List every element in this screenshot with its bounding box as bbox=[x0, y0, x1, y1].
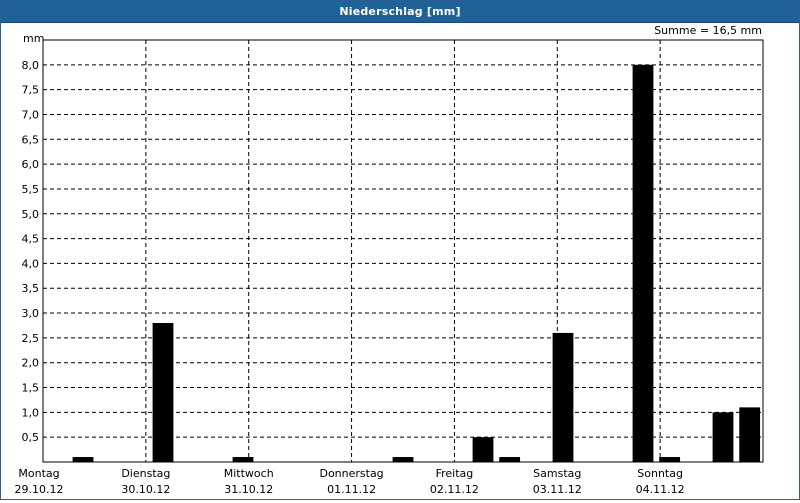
y-tick-label: 7,5 bbox=[22, 84, 40, 97]
y-tick-label: 6,5 bbox=[22, 133, 40, 146]
chart-window: Niederschlag [mm] mm Summe = 16,5 mm 0,5… bbox=[0, 0, 800, 500]
y-tick-label: 5,0 bbox=[22, 208, 40, 221]
y-tick-label: 4,0 bbox=[22, 257, 40, 270]
precipitation-chart: mm Summe = 16,5 mm 0,5 1,0 1,5 2,0 2,5 3,0 3,5… bbox=[15, 24, 764, 496]
unit-label: mm bbox=[23, 32, 44, 45]
precip-bar bbox=[659, 457, 681, 462]
precip-bar bbox=[152, 322, 174, 462]
date-label: 29.10.12 bbox=[15, 483, 64, 496]
day-label: Samstag bbox=[533, 467, 581, 480]
y-tick-label: 4,5 bbox=[22, 233, 40, 246]
precip-bar bbox=[712, 412, 734, 462]
precip-bar bbox=[499, 457, 521, 462]
day-label: Dienstag bbox=[121, 467, 170, 480]
y-tick-label: 1,0 bbox=[22, 406, 40, 419]
y-tick-label: 1,5 bbox=[22, 382, 40, 395]
day-label: Montag bbox=[18, 467, 59, 480]
date-label: 31.10.12 bbox=[224, 483, 273, 496]
y-tick-label: 2,5 bbox=[22, 332, 40, 345]
y-tick-label: 2,0 bbox=[22, 357, 40, 370]
y-tick-label: 6,0 bbox=[22, 158, 40, 171]
y-tick-label: 5,5 bbox=[22, 183, 40, 196]
day-label: Sonntag bbox=[637, 467, 683, 480]
date-label: 30.10.12 bbox=[121, 483, 170, 496]
y-tick-label: 3,5 bbox=[22, 282, 40, 295]
day-label: Mittwoch bbox=[224, 467, 274, 480]
plot-frame bbox=[42, 39, 764, 463]
date-label: 01.11.12 bbox=[327, 483, 376, 496]
window-title: Niederschlag [mm] bbox=[1, 1, 799, 23]
precip-bar bbox=[472, 437, 494, 462]
day-label: Donnerstag bbox=[319, 467, 383, 480]
y-tick-label: 0,5 bbox=[22, 431, 40, 444]
precip-bar bbox=[392, 457, 414, 462]
date-label: 02.11.12 bbox=[430, 483, 479, 496]
sum-label: Summe = 16,5 mm bbox=[654, 24, 762, 37]
precip-bar bbox=[739, 407, 761, 462]
day-label: Freitag bbox=[436, 467, 474, 480]
date-label: 03.11.12 bbox=[533, 483, 582, 496]
precip-bar bbox=[632, 64, 654, 462]
precip-bar bbox=[232, 457, 254, 462]
y-tick-label: 8,0 bbox=[22, 59, 40, 72]
date-label: 04.11.12 bbox=[636, 483, 685, 496]
y-tick-label: 7,0 bbox=[22, 108, 40, 121]
y-tick-label: 3,0 bbox=[22, 307, 40, 320]
precip-bar bbox=[72, 457, 94, 462]
precip-bar bbox=[552, 332, 574, 462]
